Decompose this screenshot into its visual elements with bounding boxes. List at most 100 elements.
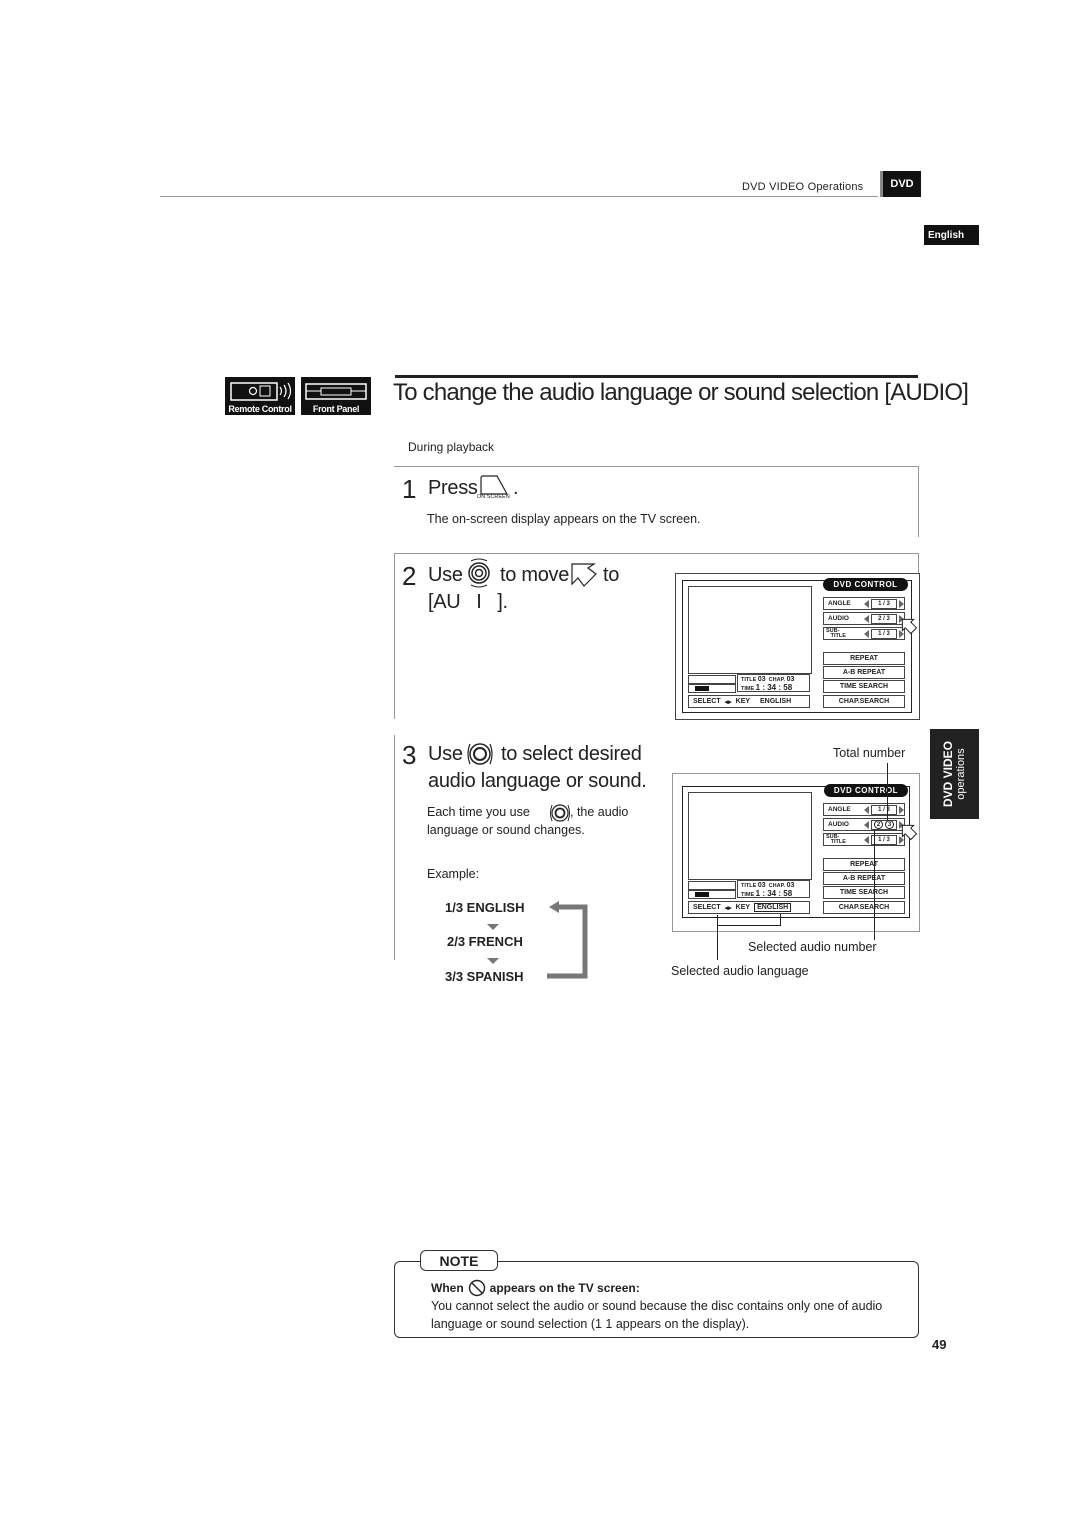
down-arrow-icon bbox=[487, 958, 499, 964]
right-arrow-icon bbox=[899, 805, 904, 814]
cursor-arrow-icon bbox=[901, 618, 918, 635]
selected-audio-number-label: Selected audio number bbox=[748, 940, 877, 954]
section-header: DVD VIDEO Operations bbox=[742, 181, 864, 193]
step-3-heading-line2: audio language or sound. bbox=[428, 770, 647, 792]
example-english: 1/3 ENGLISH bbox=[445, 900, 525, 915]
osd-screen-1: DVD CONTROL ANGLE 1 / 3 AUDIO 2 / 3 SUB-… bbox=[675, 573, 920, 720]
osd-row-audio: AUDIO 2 / 3 bbox=[823, 612, 905, 625]
osd-screen-2: DVD CONTROL ANGLE 1 / 3 AUDIO 2 3 SUB- T… bbox=[682, 780, 918, 918]
step-3-desc-line2: language or sound changes. bbox=[427, 823, 585, 837]
selected-language-leader-v bbox=[717, 915, 718, 960]
left-arrow-icon bbox=[864, 599, 869, 608]
title-rule bbox=[395, 375, 918, 378]
right-arrow-icon bbox=[899, 599, 904, 608]
row-value: 1 / 3 bbox=[871, 628, 897, 639]
select-key-language: SELECT ◂▸ KEY ENGLISH bbox=[688, 901, 810, 914]
bitrate-indicator bbox=[688, 890, 736, 899]
step-1-period: . bbox=[513, 477, 519, 499]
multi-dial-icon bbox=[468, 558, 490, 588]
left-arrow-icon bbox=[864, 805, 869, 814]
step-1-number: 1 bbox=[402, 474, 417, 504]
time-search-button: TIME SEARCH bbox=[823, 886, 905, 899]
selected-language-leader-v2 bbox=[780, 914, 781, 926]
osd-row-audio: AUDIO 2 3 bbox=[823, 818, 905, 831]
repeat-button: REPEAT bbox=[823, 652, 905, 665]
step-2-left-rule bbox=[394, 553, 395, 719]
step-1-description: The on-screen display appears on the TV … bbox=[427, 512, 701, 526]
on-screen-button-label: ON SCREEN bbox=[477, 494, 510, 500]
time-search-button: TIME SEARCH bbox=[823, 680, 905, 693]
selected-number-leader bbox=[874, 830, 875, 940]
left-arrow-icon bbox=[864, 614, 869, 623]
note-body: You cannot select the audio or sound bec… bbox=[431, 1299, 883, 1331]
ab-repeat-button: A-B REPEAT bbox=[823, 666, 905, 679]
osd-row-angle: ANGLE 1 / 3 bbox=[823, 597, 905, 610]
row-value: 2 / 3 bbox=[871, 613, 897, 624]
step-2-to: to bbox=[603, 564, 620, 586]
note-heading-post: appears on the TV screen: bbox=[489, 1281, 640, 1295]
prohibited-icon bbox=[468, 1279, 485, 1297]
row-label: SUB- TITLE bbox=[826, 627, 846, 639]
video-area bbox=[688, 586, 812, 674]
multi-dial-icon bbox=[467, 743, 493, 765]
total-number-leader bbox=[887, 763, 888, 820]
dvd-badge: DVD bbox=[880, 171, 921, 197]
ab-repeat-button: A-B REPEAT bbox=[823, 872, 905, 885]
current-audio-number: 2 bbox=[874, 820, 883, 829]
row-label: ANGLE bbox=[828, 806, 851, 813]
selected-language-leader-h bbox=[717, 925, 781, 926]
header-divider bbox=[160, 196, 878, 197]
on-screen-button-icon bbox=[480, 475, 509, 495]
remote-control-label: Remote Control bbox=[228, 404, 292, 414]
multi-dial-icon-small bbox=[550, 804, 570, 822]
on-screen-button: ON SCREEN bbox=[477, 474, 517, 504]
title-chapter-time: TITLE 03 CHAP. 03 TIME 1 : 34 : 58 bbox=[737, 880, 810, 898]
osd-title: DVD CONTROL bbox=[824, 784, 908, 797]
row-label: AUDIO bbox=[828, 821, 849, 828]
row-label: AUDIO bbox=[828, 615, 849, 622]
example-french: 2/3 FRENCH bbox=[447, 934, 523, 949]
step-3-desc-pre: Each time you use bbox=[427, 805, 530, 819]
osd-row-angle: ANGLE 1 / 3 bbox=[823, 803, 905, 816]
step-2-target: [AU I ]. bbox=[428, 591, 508, 613]
osd-title: DVD CONTROL bbox=[823, 578, 908, 591]
step-2-to-move: to move bbox=[500, 564, 570, 586]
left-arrow-icon bbox=[864, 629, 869, 638]
row-label: SUB- TITLE bbox=[826, 833, 846, 845]
chap-search-button: CHAP.SEARCH bbox=[823, 901, 905, 914]
front-panel-label: Front Panel bbox=[312, 404, 360, 414]
language-tab: English bbox=[924, 225, 979, 245]
example-spanish: 3/3 SPANISH bbox=[445, 969, 524, 984]
cursor-arrow-icon bbox=[901, 824, 918, 841]
side-tab-line2: operations bbox=[954, 748, 967, 800]
page-number: 49 bbox=[932, 1337, 947, 1352]
step-3-left-rule bbox=[394, 735, 395, 960]
total-number-label: Total number bbox=[833, 746, 906, 760]
video-area bbox=[688, 792, 812, 880]
select-key-language: SELECT ◂▸ KEY ENGLISH bbox=[688, 695, 810, 708]
step-3-heading: to select desired bbox=[501, 743, 642, 765]
pointer-cursor-icon bbox=[571, 563, 597, 587]
note-heading-pre: When bbox=[431, 1281, 464, 1295]
osd-row-subtitle: SUB- TITLE 1 / 3 bbox=[823, 627, 905, 640]
front-panel-icon bbox=[305, 383, 367, 400]
down-arrow-icon bbox=[487, 924, 499, 930]
section-side-tab: DVD VIDEO operations bbox=[930, 729, 979, 819]
side-tab-text: DVD VIDEO operations bbox=[940, 740, 968, 808]
step-1-heading: Press bbox=[428, 477, 478, 499]
selected-audio-language-label: Selected audio language bbox=[671, 964, 809, 978]
row-value: 1 / 3 bbox=[871, 598, 897, 609]
step-3-desc-post: , the audio bbox=[570, 805, 629, 819]
step-2-number: 2 bbox=[402, 561, 417, 591]
example-label: Example: bbox=[427, 867, 480, 881]
side-tab-line1: DVD VIDEO bbox=[940, 740, 955, 808]
layer-indicator bbox=[688, 675, 736, 684]
repeat-button: REPEAT bbox=[823, 858, 905, 871]
step-2-use: Use bbox=[428, 564, 463, 586]
chap-search-button: CHAP.SEARCH bbox=[823, 695, 905, 708]
layer-indicator bbox=[688, 881, 736, 890]
remote-control-icon bbox=[230, 382, 292, 401]
context-label: During playback bbox=[408, 440, 495, 454]
audio-value-highlight: 2 3 bbox=[871, 819, 897, 830]
front-panel-mode: Front Panel bbox=[301, 377, 371, 415]
